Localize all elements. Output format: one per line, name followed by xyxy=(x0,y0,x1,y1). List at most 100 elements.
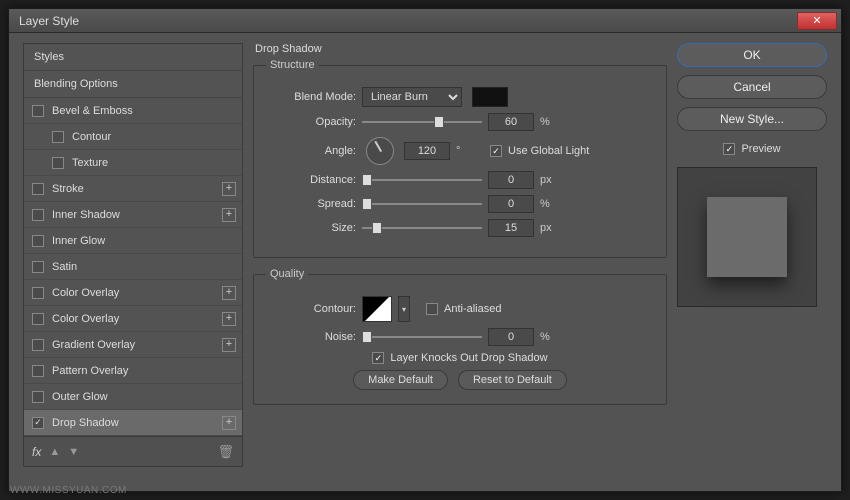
angle-input[interactable] xyxy=(404,142,450,160)
global-light-label: Use Global Light xyxy=(508,145,589,157)
size-label: Size: xyxy=(266,222,356,234)
styles-list: Styles Blending Options Bevel & Emboss Co… xyxy=(23,43,243,437)
trash-icon[interactable]: 🗑 xyxy=(217,444,234,460)
sidebar-item-contour[interactable]: Contour xyxy=(24,124,242,150)
contour-dropdown-icon[interactable]: ▾ xyxy=(398,296,410,322)
sidebar-item-inner-glow[interactable]: Inner Glow xyxy=(24,228,242,254)
plus-icon[interactable]: + xyxy=(222,416,236,430)
effect-checkbox[interactable] xyxy=(32,391,44,403)
spread-label: Spread: xyxy=(266,198,356,210)
sidebar-footer: fx ▲ ▼ 🗑 xyxy=(23,437,243,467)
global-light-checkbox[interactable]: ✓ xyxy=(490,145,502,157)
effect-checkbox[interactable] xyxy=(32,105,44,117)
sidebar-item-color-overlay[interactable]: Color Overlay+ xyxy=(24,306,242,332)
effect-checkbox[interactable] xyxy=(32,261,44,273)
effect-checkbox[interactable] xyxy=(32,287,44,299)
opacity-unit: % xyxy=(540,116,560,128)
effect-checkbox[interactable] xyxy=(32,235,44,247)
reset-default-button[interactable]: Reset to Default xyxy=(458,370,567,390)
distance-input[interactable] xyxy=(488,171,534,189)
quality-group: Quality Contour: ▾ Anti-aliased Noise: % xyxy=(253,268,667,405)
size-slider[interactable] xyxy=(362,221,482,235)
plus-icon[interactable]: + xyxy=(222,312,236,326)
sidebar-item-gradient-overlay[interactable]: Gradient Overlay + xyxy=(24,332,242,358)
noise-slider[interactable] xyxy=(362,330,482,344)
sidebar-item-label: Texture xyxy=(72,157,108,169)
size-unit: px xyxy=(540,222,560,234)
opacity-label: Opacity: xyxy=(266,116,356,128)
opacity-slider[interactable] xyxy=(362,115,482,129)
preview-label: Preview xyxy=(741,143,780,155)
effect-title: Drop Shadow xyxy=(253,43,667,55)
effect-checkbox[interactable] xyxy=(32,209,44,221)
sidebar-item-color-overlay[interactable]: Color Overlay+ xyxy=(24,280,242,306)
blend-mode-label: Blend Mode: xyxy=(266,91,356,103)
sidebar-item-texture[interactable]: Texture xyxy=(24,150,242,176)
angle-dial[interactable] xyxy=(366,137,394,165)
sidebar-header-styles[interactable]: Styles xyxy=(24,44,242,71)
close-button[interactable]: ✕ xyxy=(797,12,837,30)
anti-aliased-label: Anti-aliased xyxy=(444,303,501,315)
main-panel: Drop Shadow Structure Blend Mode: Linear… xyxy=(253,43,667,481)
effect-checkbox[interactable] xyxy=(32,365,44,377)
plus-icon[interactable]: + xyxy=(222,208,236,222)
sidebar-item-label: Satin xyxy=(52,261,77,273)
sidebar-item-outer-glow[interactable]: Outer Glow xyxy=(24,384,242,410)
layer-style-dialog: Layer Style ✕ Styles Blending Options Be… xyxy=(8,8,842,492)
noise-input[interactable] xyxy=(488,328,534,346)
distance-slider[interactable] xyxy=(362,173,482,187)
sidebar-item-label: Bevel & Emboss xyxy=(52,105,133,117)
sidebar-item-inner-shadow[interactable]: Inner Shadow + xyxy=(24,202,242,228)
spread-slider[interactable] xyxy=(362,197,482,211)
cancel-button[interactable]: Cancel xyxy=(677,75,827,99)
angle-unit: ° xyxy=(456,145,476,157)
sidebar-item-label: Pattern Overlay xyxy=(52,365,128,377)
sidebar-item-label: Stroke xyxy=(52,183,84,195)
arrow-down-icon[interactable]: ▼ xyxy=(68,446,79,458)
sidebar-item-stroke[interactable]: Stroke + xyxy=(24,176,242,202)
effect-checkbox[interactable] xyxy=(32,313,44,325)
plus-icon[interactable]: + xyxy=(222,182,236,196)
plus-icon[interactable]: + xyxy=(222,338,236,352)
right-column: OK Cancel New Style... ✓ Preview xyxy=(677,43,827,481)
sidebar-item-bevel-emboss[interactable]: Bevel & Emboss xyxy=(24,98,242,124)
sidebar-item-label: Drop Shadow xyxy=(52,417,119,429)
sidebar-item-label: Inner Glow xyxy=(52,235,105,247)
noise-unit: % xyxy=(540,331,560,343)
titlebar: Layer Style ✕ xyxy=(9,9,841,33)
knockout-label: Layer Knocks Out Drop Shadow xyxy=(390,352,547,364)
make-default-button[interactable]: Make Default xyxy=(353,370,448,390)
contour-picker[interactable] xyxy=(362,296,392,322)
sidebar-item-label: Inner Shadow xyxy=(52,209,120,221)
effect-checkbox[interactable]: ✓ xyxy=(32,417,44,429)
ok-button[interactable]: OK xyxy=(677,43,827,67)
sidebar-item-label: Gradient Overlay xyxy=(52,339,135,351)
effect-checkbox[interactable] xyxy=(32,183,44,195)
opacity-input[interactable] xyxy=(488,113,534,131)
new-style-button[interactable]: New Style... xyxy=(677,107,827,131)
sidebar-blending-options[interactable]: Blending Options xyxy=(24,71,242,98)
sidebar-item-label: Outer Glow xyxy=(52,391,108,403)
watermark: WWW.MISSYUAN.COM xyxy=(10,485,127,496)
sidebar-item-drop-shadow[interactable]: ✓ Drop Shadow + xyxy=(24,410,242,436)
window-title: Layer Style xyxy=(19,14,797,28)
sidebar-item-satin[interactable]: Satin xyxy=(24,254,242,280)
shadow-color-swatch[interactable] xyxy=(472,87,508,107)
plus-icon[interactable]: + xyxy=(222,286,236,300)
fx-icon[interactable]: fx xyxy=(32,445,41,459)
preview-checkbox[interactable]: ✓ xyxy=(723,143,735,155)
anti-aliased-checkbox[interactable] xyxy=(426,303,438,315)
size-input[interactable] xyxy=(488,219,534,237)
effect-checkbox[interactable] xyxy=(52,157,64,169)
sidebar: Styles Blending Options Bevel & Emboss Co… xyxy=(23,43,243,481)
knockout-checkbox[interactable]: ✓ xyxy=(372,352,384,364)
sidebar-item-label: Contour xyxy=(72,131,111,143)
effect-checkbox[interactable] xyxy=(32,339,44,351)
effect-checkbox[interactable] xyxy=(52,131,64,143)
sidebar-item-pattern-overlay[interactable]: Pattern Overlay xyxy=(24,358,242,384)
dialog-body: Styles Blending Options Bevel & Emboss Co… xyxy=(9,33,841,491)
spread-input[interactable] xyxy=(488,195,534,213)
blend-mode-select[interactable]: Linear Burn xyxy=(362,87,462,107)
structure-legend: Structure xyxy=(266,59,319,71)
arrow-up-icon[interactable]: ▲ xyxy=(49,446,60,458)
